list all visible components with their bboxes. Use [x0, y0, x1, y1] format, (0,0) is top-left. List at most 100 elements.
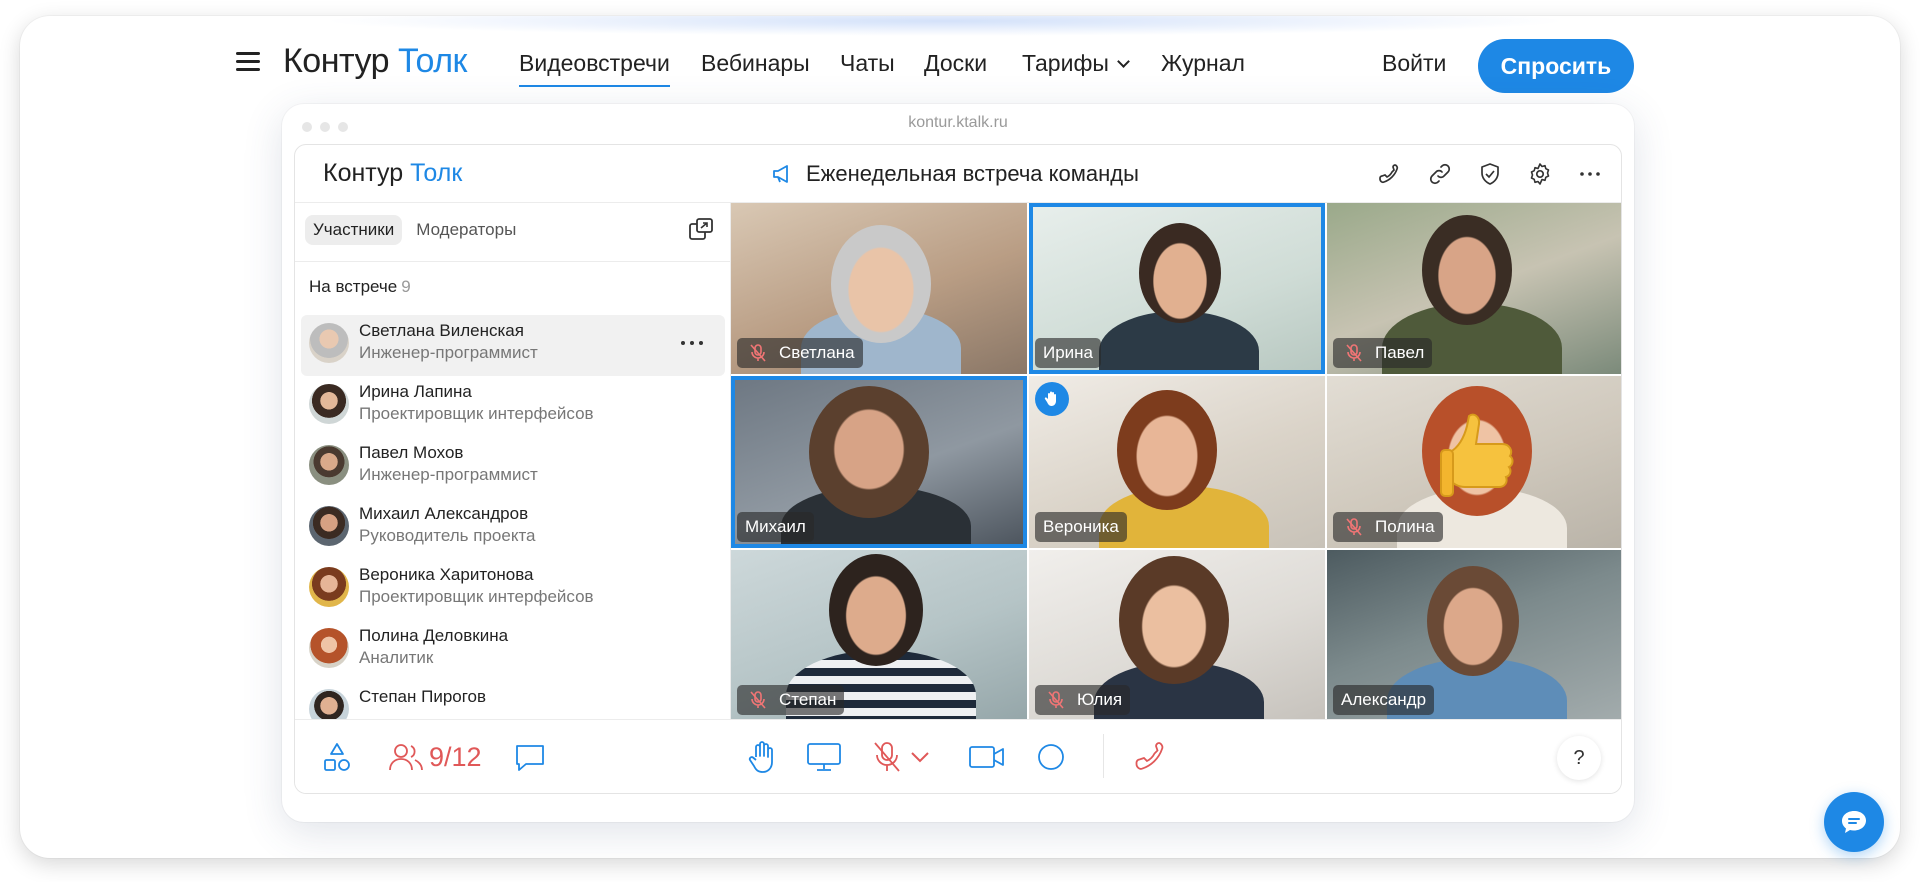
nav-item-webinars[interactable]: Вебинары — [701, 50, 810, 77]
screen-share-icon[interactable] — [805, 738, 843, 776]
controls-divider — [1103, 734, 1104, 778]
avatar — [309, 506, 349, 546]
microphone-off-icon[interactable] — [871, 738, 903, 776]
record-circle-icon[interactable] — [1035, 738, 1067, 776]
video-grid: Светлана Ирина Павел Михаил Вероника Пол… — [731, 203, 1621, 721]
meeting-app: Контур Толк Еженедельная встреча команды — [294, 144, 1622, 794]
tab-participants[interactable]: Участники — [305, 215, 403, 245]
logo-word-tolk: Толк — [397, 42, 468, 80]
video-tile[interactable]: Полина — [1327, 376, 1621, 548]
participant-nametag: Павел — [1333, 338, 1433, 369]
mic-off-icon — [1341, 340, 1367, 366]
participants-toggle[interactable]: 9/12 — [387, 738, 482, 776]
tile-name: Александр — [1341, 689, 1427, 709]
participant-nametag: Александр — [1333, 684, 1435, 715]
shield-check-icon[interactable] — [1475, 159, 1505, 189]
nav-item-videomeetings[interactable]: Видеовстречи — [519, 50, 670, 87]
participant-nametag: Степан — [737, 684, 845, 715]
tile-name: Степан — [779, 689, 837, 709]
thumbs-up-emoji-icon — [1440, 413, 1514, 498]
video-tile[interactable]: Михаил — [731, 376, 1027, 548]
tile-name: Михаил — [745, 516, 806, 536]
chat-bubble-icon — [1842, 811, 1866, 833]
phone-icon[interactable] — [1375, 159, 1405, 189]
section-in-meeting: На встрече 9 — [309, 277, 411, 297]
mic-options-chevron-icon[interactable] — [909, 738, 931, 776]
participant-name: Вероника Харитонова — [359, 565, 534, 584]
participant-name: Полина Деловкина — [359, 626, 509, 645]
participant-row[interactable]: Павел Мохов Инженер-программист — [301, 437, 725, 498]
participant-nametag: Полина — [1333, 511, 1443, 542]
participant-nametag: Вероника — [1035, 511, 1127, 542]
app-logo-tolk: Толк — [410, 159, 463, 187]
ask-button[interactable]: Спросить — [1478, 39, 1634, 93]
site-logo[interactable]: Контур Толк — [283, 42, 467, 81]
participant-row[interactable]: Ирина Лапина Проектировщик интерфейсов — [301, 376, 725, 437]
video-tile[interactable]: Степан — [731, 549, 1027, 721]
participant-role: Инженер-программист — [359, 343, 538, 362]
menu-burger-icon[interactable] — [236, 52, 260, 72]
nav-item-chats[interactable]: Чаты — [840, 50, 895, 77]
video-tile[interactable]: Вероника — [1029, 376, 1325, 548]
video-tile[interactable]: Павел — [1327, 203, 1621, 375]
tile-name: Светлана — [779, 343, 855, 363]
video-tile[interactable]: Александр — [1327, 549, 1621, 721]
header-actions — [1375, 159, 1605, 189]
mic-off-icon — [1043, 687, 1069, 713]
app-header: Контур Толк Еженедельная встреча команды — [295, 145, 1621, 203]
avatar — [309, 628, 349, 668]
support-chat-button[interactable] — [1824, 792, 1884, 852]
participant-name: Степан Пирогов — [359, 687, 487, 706]
tile-name: Юлия — [1077, 689, 1123, 709]
participant-row[interactable]: Светлана Виленская Инженер-программист — [301, 315, 725, 376]
participant-row[interactable]: Полина Деловкина Аналитик — [301, 620, 725, 681]
avatar — [309, 445, 349, 485]
people-icon — [389, 744, 423, 771]
participant-role: Руководитель проекта — [359, 526, 536, 545]
tile-name: Полина — [1375, 516, 1435, 536]
section-title-text: На встрече — [309, 277, 398, 296]
participant-row[interactable]: Степан Пирогов — [301, 681, 725, 721]
shapes-apps-icon[interactable] — [321, 738, 353, 776]
participant-name: Ирина Лапина — [359, 382, 472, 401]
participants-sidebar: Участники Модераторы На встрече 9 Светлан… — [295, 203, 731, 721]
participant-role: Инженер-программист — [359, 465, 538, 484]
participant-name: Павел Мохов — [359, 443, 464, 462]
video-tile[interactable]: Светлана — [731, 203, 1027, 375]
camera-icon[interactable] — [967, 738, 1007, 776]
more-options-icon[interactable] — [677, 333, 707, 353]
hang-up-icon[interactable] — [1135, 738, 1169, 776]
link-icon[interactable] — [1425, 159, 1455, 189]
video-tile[interactable]: Ирина — [1029, 203, 1325, 375]
sidebar-tabs: Участники Модераторы — [305, 215, 524, 245]
nav-item-pricing[interactable]: Тарифы — [1022, 50, 1130, 77]
settings-gear-icon[interactable] — [1525, 159, 1555, 189]
popout-window-icon[interactable] — [686, 215, 716, 245]
participants-list: Светлана Виленская Инженер-программист И… — [301, 315, 725, 721]
nav-item-boards[interactable]: Доски — [924, 50, 987, 77]
video-tile[interactable]: Юлия — [1029, 549, 1325, 721]
meeting-title: Еженедельная встреча команды — [772, 161, 1139, 187]
meeting-title-text: Еженедельная встреча команды — [806, 161, 1139, 186]
avatar — [309, 384, 349, 424]
avatar — [309, 567, 349, 607]
chat-icon[interactable] — [513, 738, 547, 776]
section-count: 9 — [401, 277, 411, 296]
app-logo-kontur: Контур — [323, 159, 404, 187]
participant-row[interactable]: Михаил Александров Руководитель проекта — [301, 498, 725, 559]
tile-name: Павел — [1375, 343, 1425, 363]
sidebar-divider — [295, 261, 730, 262]
mic-off-icon — [745, 687, 771, 713]
raise-hand-icon[interactable] — [747, 738, 779, 776]
chevron-down-icon — [1117, 55, 1130, 68]
help-button[interactable]: ? — [1557, 736, 1601, 780]
more-dots-icon[interactable] — [1575, 159, 1605, 189]
page-frame: Контур Толк Видеовстречи Вебинары Чаты Д… — [20, 16, 1900, 858]
nav-item-journal[interactable]: Журнал — [1161, 50, 1245, 77]
participant-row[interactable]: Вероника Харитонова Проектировщик интерф… — [301, 559, 725, 620]
tab-moderators[interactable]: Модераторы — [408, 215, 524, 245]
participant-nametag: Ирина — [1035, 338, 1102, 369]
tile-name: Ирина — [1043, 343, 1094, 363]
participant-nametag: Светлана — [737, 338, 863, 369]
login-link[interactable]: Войти — [1382, 50, 1446, 77]
